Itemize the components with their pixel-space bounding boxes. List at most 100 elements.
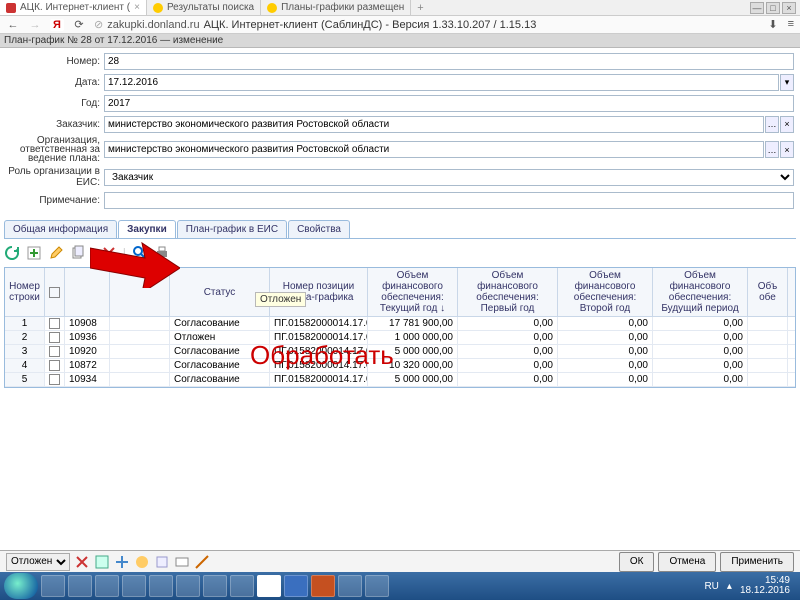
table-row[interactable]: 410872СогласованиеПГ.01582000014.17.0463… [5,359,795,373]
role-select[interactable]: Заказчик [104,169,794,186]
favicon [153,3,163,13]
taskbar-app-12[interactable] [338,575,362,597]
action-icon-1[interactable] [74,554,90,570]
col-first-year[interactable]: Объем финансового обеспечения: Первый го… [458,268,558,316]
taskbar-app-6[interactable] [176,575,200,597]
lang-indicator[interactable]: RU [704,581,718,592]
system-tray[interactable]: RU ▴ 15:49 18.12.2016 [704,576,796,596]
maximize-icon[interactable]: □ [766,2,780,14]
action-icon-5[interactable] [154,554,170,570]
menu-icon[interactable]: ≡ [788,18,794,31]
find-icon[interactable] [132,245,148,261]
print-icon[interactable] [154,245,170,261]
taskbar-app-5[interactable] [149,575,173,597]
clear-icon[interactable]: × [780,116,794,133]
table-row[interactable]: 210936ОтложенПГ.01582000014.17.047191 00… [5,331,795,345]
address-bar: ← → Я ⟳ ⊘ zakupki.donland.ru АЦК. Интерн… [0,16,800,34]
lookup-icon[interactable]: … [765,116,779,133]
note-label: Примечание: [6,195,104,206]
table-row[interactable]: 110908СогласованиеПГ.01582000014.17.0469… [5,317,795,331]
action-icon-3[interactable] [114,554,130,570]
new-tab-button[interactable]: + [411,2,429,14]
clear-icon[interactable]: × [780,141,794,158]
browser-tab-1[interactable]: АЦК. Интернет-клиент ( × [0,0,147,15]
taskbar-app-3[interactable] [95,575,119,597]
minimize-icon[interactable]: — [750,2,764,14]
copy-icon[interactable] [70,245,86,261]
taskbar-app-8[interactable] [230,575,254,597]
taskbar-app-13[interactable] [365,575,389,597]
taskbar-app-7[interactable] [203,575,227,597]
page-title: План-график № 28 от 17.12.2016 — изменен… [0,34,800,48]
bookmark-icon[interactable]: ⬇ [768,18,777,31]
tab-general[interactable]: Общая информация [4,220,117,238]
col-second-year[interactable]: Объем финансового обеспечения: Второй го… [558,268,653,316]
favicon [267,3,277,13]
taskbar-app-2[interactable] [68,575,92,597]
browser-tab-3[interactable]: Планы-графики размещен [261,0,411,15]
taskbar-app-9[interactable] [257,575,281,597]
col-blank1[interactable] [65,268,110,316]
col-current-year[interactable]: Объем финансового обеспечения: Текущий г… [368,268,458,316]
table-row[interactable]: 510934СогласованиеПГ.01582000014.17.0471… [5,373,795,387]
ok-button[interactable]: ОК [619,552,655,572]
refresh-icon[interactable] [4,245,20,261]
yandex-logo-icon[interactable]: Я [50,19,64,31]
tab-properties[interactable]: Свойства [288,220,350,238]
add-icon[interactable] [26,245,42,261]
note-field[interactable] [104,192,794,209]
year-field[interactable] [104,95,794,112]
start-button[interactable] [4,573,38,599]
tab-label: Планы-графики размещен [281,2,404,13]
favicon [6,3,16,13]
calendar-icon[interactable]: ▾ [780,74,794,91]
browser-tab-2[interactable]: Результаты поиска [147,0,261,15]
table-row[interactable]: 310920СогласованиеПГ.01582000014.17.0469… [5,345,795,359]
url-host: zakupki.donland.ru [107,19,199,31]
tab-label: АЦК. Интернет-клиент ( [20,2,130,13]
status-tooltip: Отложен [255,292,306,307]
action-icon-2[interactable] [94,554,110,570]
reload-button[interactable]: ⟳ [72,18,86,32]
org-field[interactable] [104,141,764,158]
taskbar-app-10[interactable] [284,575,308,597]
action-icon-7[interactable] [194,554,210,570]
form-panel: Номер: Дата:▾ Год: Заказчик:…× Организац… [0,48,800,216]
close-icon[interactable]: × [134,2,140,13]
taskbar-app-4[interactable] [122,575,146,597]
col-extra[interactable]: Объ обе [748,268,788,316]
cancel-button[interactable]: Отмена [658,552,716,572]
role-label: Роль организации в ЕИС: [6,166,104,188]
taskbar-app-1[interactable] [41,575,65,597]
browser-tab-strip: АЦК. Интернет-клиент ( × Результаты поиск… [0,0,800,16]
close-window-icon[interactable]: × [782,2,796,14]
col-checkbox[interactable] [45,268,65,316]
customer-label: Заказчик: [6,119,104,130]
col-rownum[interactable]: Номер строки [5,268,45,316]
windows-taskbar: RU ▴ 15:49 18.12.2016 [0,572,800,600]
tray-icon[interactable]: ▴ [727,581,732,592]
url-field[interactable]: ⊘ zakupki.donland.ru АЦК. Интернет-клиен… [94,18,760,31]
tab-plan-eis[interactable]: План-график в ЕИС [177,220,287,238]
footer-bar: Отложен ОК Отмена Применить [0,550,800,572]
forward-button[interactable]: → [28,18,42,32]
back-button[interactable]: ← [6,18,20,32]
date-field[interactable] [104,74,779,91]
apply-button[interactable]: Применить [720,552,794,572]
lookup-icon[interactable]: … [765,141,779,158]
date-label: Дата: [6,77,104,88]
purchases-grid: Номер строки Статус Номер позиции плана-… [4,267,796,388]
grid-toolbar: | | [4,243,796,263]
number-field[interactable] [104,53,794,70]
status-select[interactable]: Отложен [6,553,70,571]
number-label: Номер: [6,56,104,67]
taskbar-app-11[interactable] [311,575,335,597]
col-blank2[interactable] [110,268,170,316]
customer-field[interactable] [104,116,764,133]
tab-purchases[interactable]: Закупки [118,220,176,238]
col-future[interactable]: Объем финансового обеспечения: Будущий п… [653,268,748,316]
edit-icon[interactable] [48,245,64,261]
action-icon-4[interactable] [134,554,150,570]
action-icon-6[interactable] [174,554,190,570]
delete-icon[interactable] [101,245,117,261]
